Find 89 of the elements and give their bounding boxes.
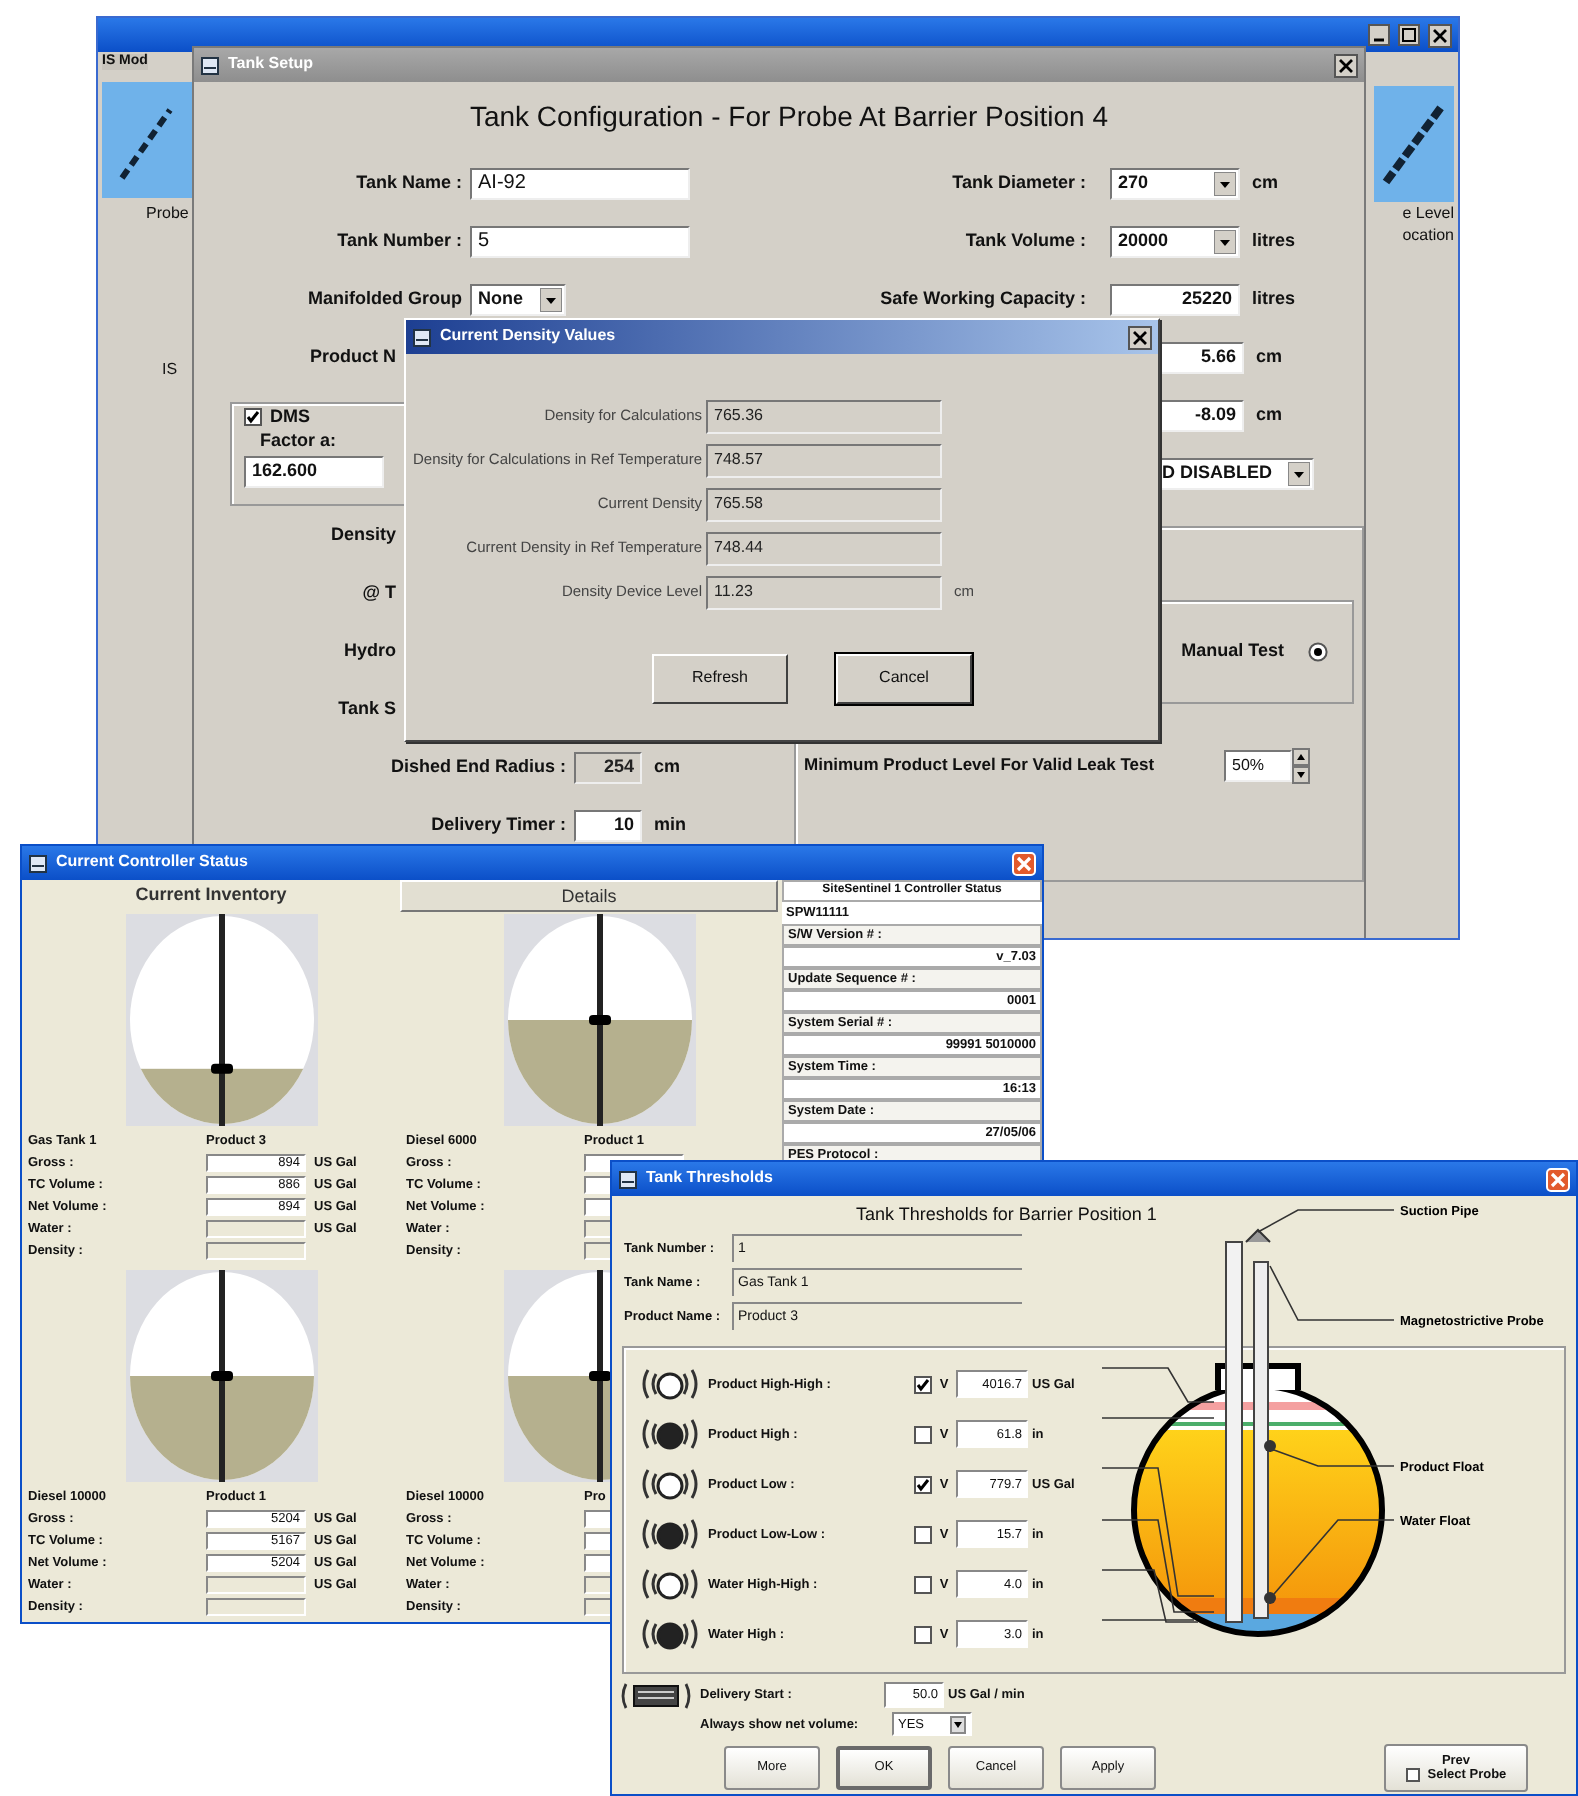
field-label: Hydro xyxy=(341,641,398,661)
radio-label: Manual Test xyxy=(1181,642,1286,662)
side-text: IS xyxy=(162,362,178,381)
leader-line xyxy=(1273,1519,1395,1595)
checkbox[interactable] xyxy=(914,1575,932,1594)
close-icon[interactable] xyxy=(1334,53,1358,77)
checkbox[interactable] xyxy=(914,1525,932,1544)
probe-icon[interactable] xyxy=(102,81,192,198)
spinner-arrows-icon[interactable] xyxy=(1292,748,1310,784)
text-field[interactable]: AI-92 xyxy=(470,167,690,199)
unit-label: min xyxy=(654,815,687,835)
maximize-icon[interactable] xyxy=(1398,23,1420,45)
checkbox[interactable] xyxy=(244,408,262,427)
spin-field[interactable]: 50% xyxy=(1224,750,1292,782)
field-label: Tank Diameter : xyxy=(950,173,1088,193)
alarm-icon xyxy=(640,1614,700,1655)
leader-line xyxy=(1269,1265,1395,1321)
close-icon[interactable] xyxy=(1128,325,1152,349)
tab[interactable]: Details xyxy=(400,880,778,912)
icon-label: Probe xyxy=(146,205,189,223)
window-title: Tank Setup xyxy=(228,56,314,74)
text-field[interactable]: 162.600 xyxy=(244,455,384,488)
close-icon[interactable] xyxy=(1428,23,1452,47)
alarm-icon xyxy=(640,1414,700,1455)
window-title: Current Density Values xyxy=(440,328,616,346)
alarm-icon xyxy=(640,1564,700,1605)
radio-button[interactable] xyxy=(1308,642,1328,662)
field-label: Product N xyxy=(307,347,398,367)
icon-label: ocation xyxy=(1402,227,1454,246)
field-label: Factor a: xyxy=(260,431,339,452)
icon-label: e Level xyxy=(1402,206,1454,224)
checkbox[interactable] xyxy=(914,1625,932,1644)
leader-line xyxy=(1257,1209,1395,1233)
checkbox[interactable] xyxy=(914,1425,932,1444)
field-label: Density xyxy=(328,525,398,545)
read-only-field: 765.58 xyxy=(706,487,942,521)
caret-icon[interactable] xyxy=(1214,229,1236,253)
read-only-field: 748.57 xyxy=(706,443,942,477)
dialog-heading: Tank Configuration - For Probe At Barrier Position 4 xyxy=(467,102,1111,136)
leader-line xyxy=(1101,1367,1215,1403)
unit-label: cm xyxy=(1256,405,1283,425)
field-label: Minimum Product Level For Valid Leak Test xyxy=(804,756,1157,776)
checkbox-label: DMS xyxy=(270,408,312,428)
checkbox[interactable] xyxy=(1405,1768,1420,1783)
field-label: Manifolded Group xyxy=(306,289,464,309)
caret-icon[interactable] xyxy=(540,287,562,311)
caret-icon[interactable] xyxy=(950,1715,966,1734)
window-icon xyxy=(200,55,220,75)
field-label: Safe Working Capacity : xyxy=(878,289,1088,309)
checkbox[interactable] xyxy=(914,1375,932,1394)
unit-label: cm xyxy=(1252,173,1279,193)
window-icon xyxy=(28,853,48,873)
dropdown[interactable]: None xyxy=(470,283,566,315)
field-label: Dished End Radius : xyxy=(388,757,568,777)
unit-label: cm xyxy=(654,757,681,777)
field-label: Tank Name : xyxy=(354,173,464,193)
alarm-icon xyxy=(640,1364,700,1405)
text-field[interactable]: 5 xyxy=(470,225,690,257)
dialog-button[interactable]: Cancel xyxy=(836,654,972,704)
unit-label: cm xyxy=(1256,347,1283,367)
window-title: Tank Thresholds xyxy=(646,1170,773,1188)
field-label: Tank Number : xyxy=(335,231,464,251)
leader-line xyxy=(1273,1449,1395,1467)
window-title: Current Controller Status xyxy=(56,854,249,872)
minimize-icon[interactable] xyxy=(1368,23,1390,45)
caret-icon[interactable] xyxy=(1288,461,1310,485)
field-label: Tank S xyxy=(336,699,398,719)
window-icon xyxy=(618,1169,638,1189)
dropdown[interactable]: 270 xyxy=(1110,167,1240,199)
unit-label: litres xyxy=(1252,231,1296,251)
unit-label: litres xyxy=(1252,289,1296,309)
leader-line xyxy=(1101,1417,1215,1419)
dialog-heading: Tank Thresholds for Barrier Position 1 xyxy=(856,1202,1157,1228)
read-only-field: 748.44 xyxy=(706,531,942,565)
read-only-field: 11.23 xyxy=(706,575,942,609)
alarm-icon xyxy=(640,1464,700,1505)
field-label: @ T xyxy=(360,583,398,603)
checkbox[interactable] xyxy=(914,1475,932,1494)
dropdown[interactable]: 20000 xyxy=(1110,225,1240,257)
field-label: Delivery Timer : xyxy=(429,815,568,835)
text-field[interactable]: 25220 xyxy=(1110,283,1240,315)
caret-icon[interactable] xyxy=(1214,171,1236,195)
text-field[interactable]: 10 xyxy=(574,809,642,841)
truck-icon xyxy=(620,1679,692,1712)
alarm-icon xyxy=(640,1514,700,1555)
field-label: Tank Volume : xyxy=(963,231,1088,251)
window-icon xyxy=(412,327,432,347)
dialog-button[interactable]: Refresh xyxy=(652,654,788,704)
read-only-field: 765.36 xyxy=(706,399,942,433)
